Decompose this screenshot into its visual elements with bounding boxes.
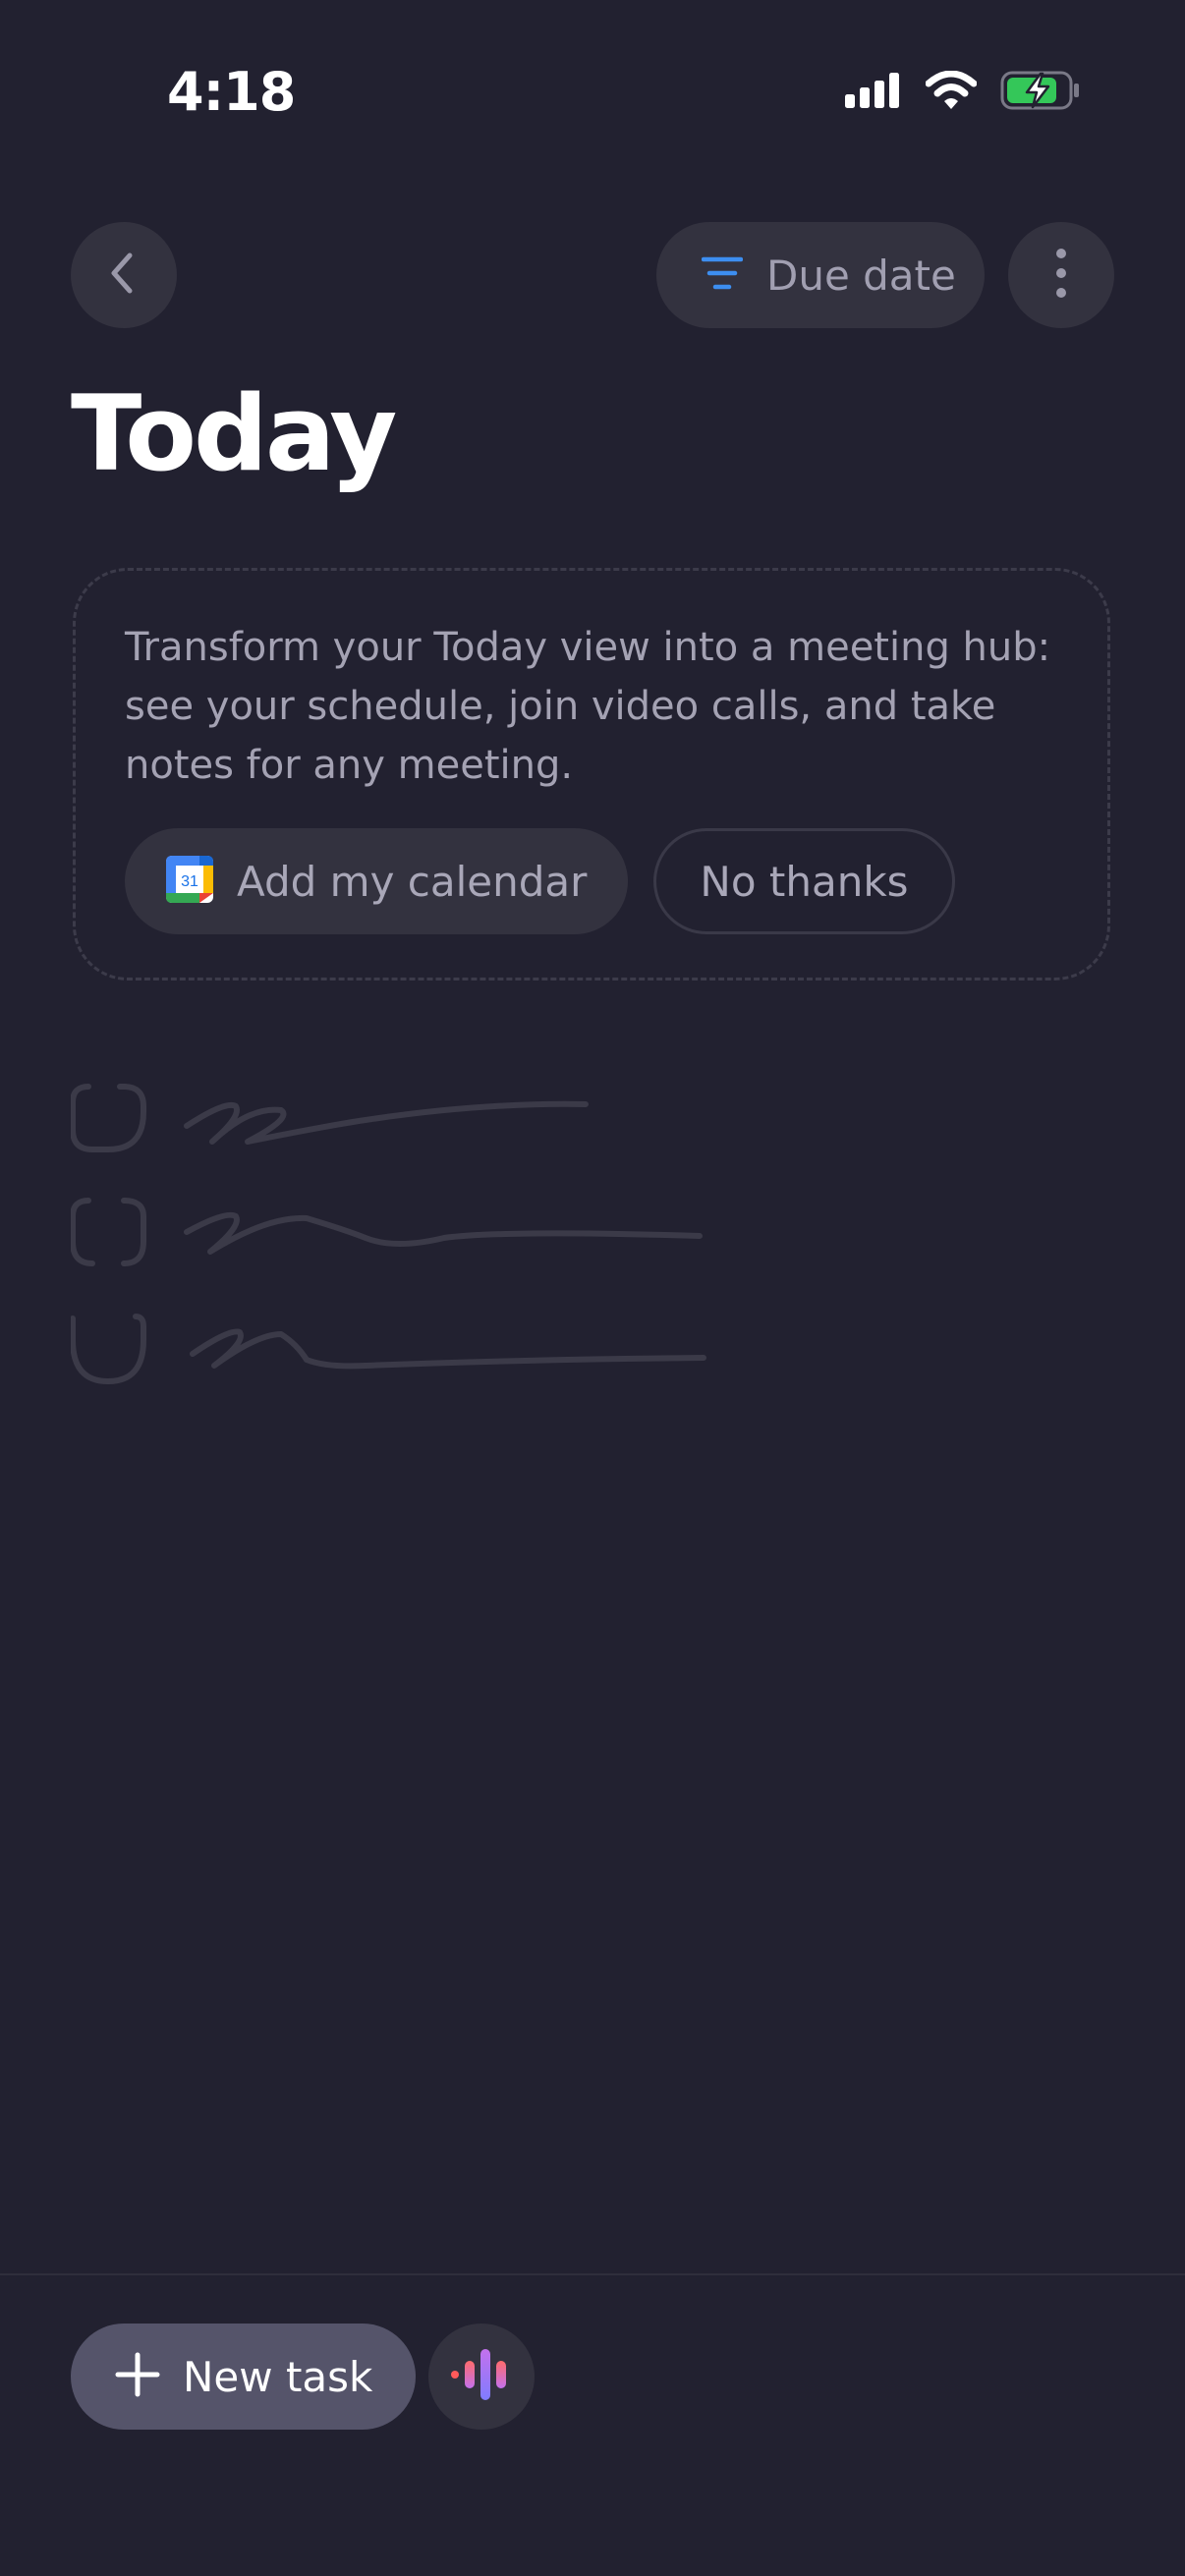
cellular-signal-icon [845, 73, 902, 112]
plus-icon [114, 2351, 161, 2402]
add-calendar-button[interactable]: 31 Add my calendar [125, 828, 629, 934]
filter-lines-icon [701, 255, 744, 295]
vertical-dots-icon [1055, 249, 1067, 302]
placeholder-task-line [184, 1100, 589, 1145]
placeholder-checkbox [70, 1198, 146, 1266]
sort-button[interactable]: Due date [656, 222, 985, 328]
voice-input-button[interactable] [428, 2324, 535, 2430]
svg-text:31: 31 [181, 873, 198, 890]
calendar-promo-card: Transform your Today view into a meeting… [73, 568, 1110, 980]
battery-charging-icon [1000, 71, 1081, 114]
sort-label: Due date [766, 251, 956, 300]
page-title: Today [71, 373, 397, 494]
bottom-divider [0, 2273, 1185, 2275]
promo-text: Transform your Today view into a meeting… [125, 625, 1051, 788]
status-icons [845, 70, 1081, 114]
new-task-button[interactable]: New task [71, 2324, 417, 2430]
new-task-label: New task [183, 2352, 373, 2401]
google-calendar-icon: 31 [166, 856, 213, 907]
chevron-left-icon [104, 250, 143, 301]
no-thanks-button[interactable]: No thanks [653, 828, 955, 934]
add-calendar-label: Add my calendar [237, 857, 588, 906]
empty-tasks-illustration [70, 1073, 759, 1397]
voice-waveform-icon [451, 2347, 512, 2406]
promo-actions: 31 Add my calendar No thanks [125, 828, 955, 934]
placeholder-checkbox [70, 1084, 146, 1152]
placeholder-task-line [190, 1328, 706, 1370]
wifi-icon [925, 70, 978, 114]
back-button[interactable] [71, 222, 177, 328]
status-time: 4:18 [167, 61, 296, 123]
status-bar: 4:18 [0, 0, 1185, 192]
placeholder-task-line [184, 1211, 703, 1255]
placeholder-checkbox [70, 1314, 146, 1384]
more-options-button[interactable] [1008, 222, 1114, 328]
